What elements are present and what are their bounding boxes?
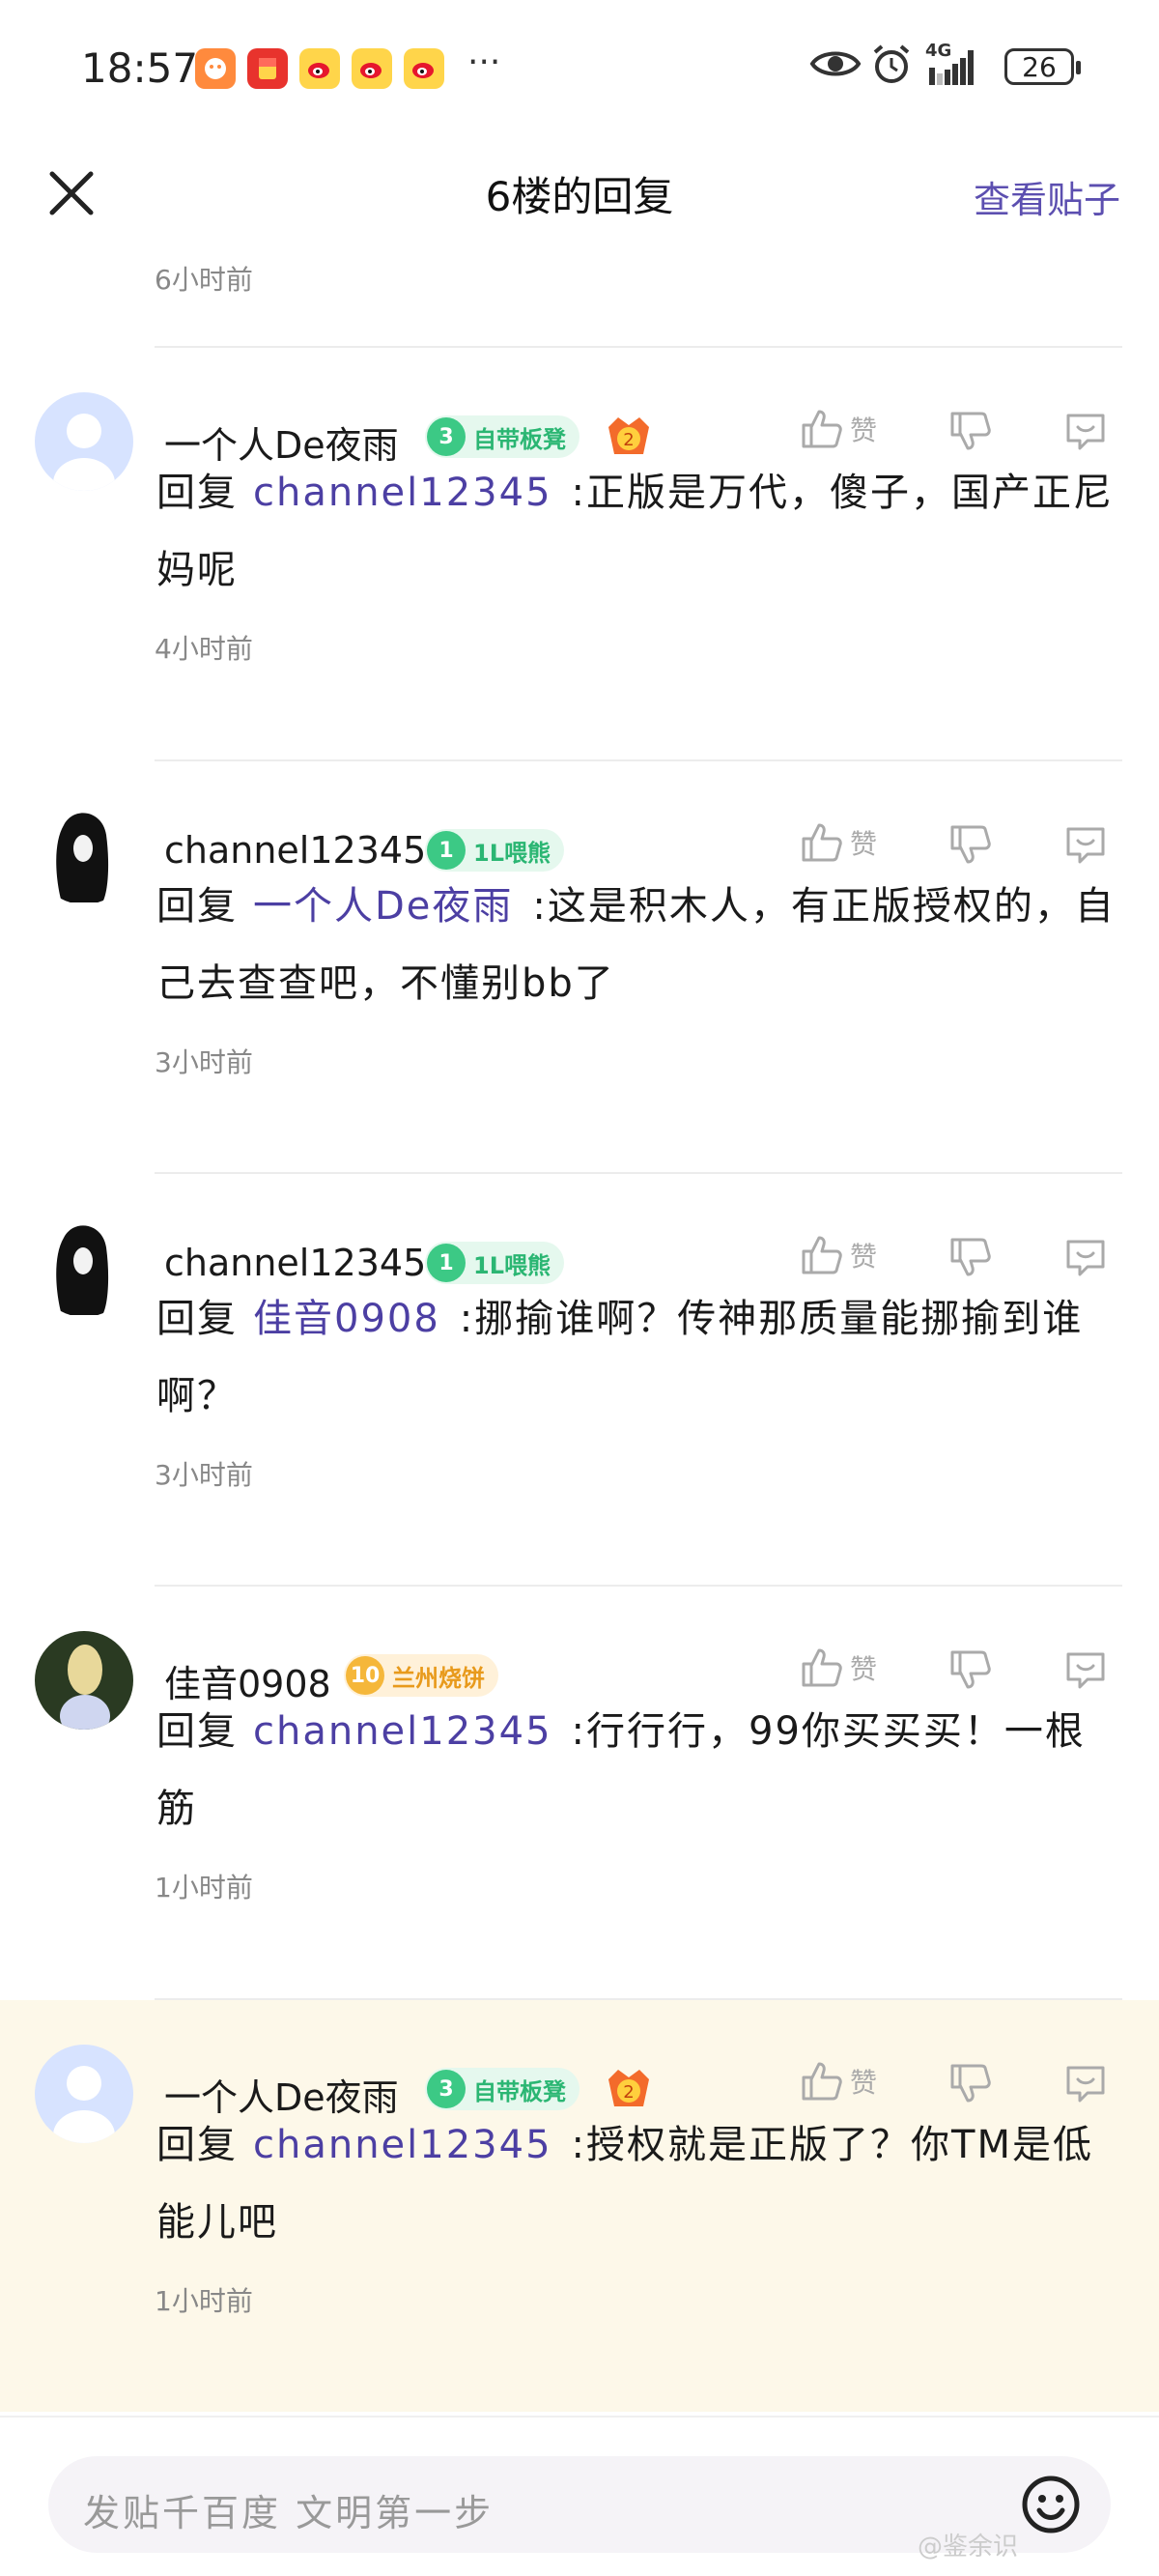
level-badge: 10 兰州烧饼 — [344, 1654, 498, 1697]
like-button[interactable]: 赞 — [798, 1232, 877, 1278]
comment-time: 4小时前 — [155, 633, 253, 665]
status-time: 18:57 — [81, 44, 199, 92]
reply-prefix: 回复 — [156, 884, 238, 929]
reply-prefix: 回复 — [156, 1297, 238, 1341]
comment-body: 回复 channel12345:正版是万代，傻子，国产正尼妈呢 — [156, 454, 1122, 609]
weibo-notification-icon — [299, 48, 340, 89]
thumbs-up-icon — [802, 410, 842, 448]
medal-number: 2 — [623, 430, 634, 450]
battery-indicator: 26 — [1004, 48, 1081, 85]
thumbs-down-icon[interactable] — [947, 1646, 993, 1693]
reply-prefix: 回复 — [156, 2123, 238, 2167]
username[interactable]: channel12345 — [164, 1242, 426, 1284]
reply-icon[interactable] — [1062, 408, 1109, 454]
reply-input-placeholder: 发贴千百度 文明第一步 — [83, 2492, 495, 2534]
emoji-icon[interactable] — [1020, 2474, 1082, 2535]
network-type-label: 4G — [925, 41, 952, 61]
thumbs-up-icon — [802, 2062, 842, 2101]
avatar[interactable] — [35, 392, 133, 491]
level-number: 1 — [427, 1244, 466, 1282]
thumbs-up-icon — [802, 1648, 842, 1687]
view-post-link[interactable]: 查看贴子 — [974, 170, 1120, 223]
watermark: @鉴余识 — [918, 2533, 1019, 2562]
status-bar: 18:57 ··· 4G 26 — [0, 0, 1159, 135]
thumbs-up-icon — [802, 823, 842, 862]
like-label: 赞 — [850, 1653, 878, 1685]
like-button[interactable]: 赞 — [798, 406, 877, 452]
mention-link[interactable]: channel12345 — [253, 471, 552, 515]
comment-time: 3小时前 — [155, 1046, 253, 1078]
badge-title: 自带板凳 — [473, 2077, 566, 2105]
thumbs-down-icon[interactable] — [947, 2060, 993, 2106]
thumbs-down-icon[interactable] — [947, 1234, 993, 1280]
parent-comment-time: 6小时前 — [155, 264, 253, 296]
comment-time: 1小时前 — [155, 1872, 253, 1903]
mention-link[interactable]: channel12345 — [253, 2123, 552, 2167]
badge-title: 兰州烧饼 — [392, 1664, 485, 1692]
level-number: 3 — [427, 2070, 466, 2108]
reply-icon[interactable] — [1062, 2060, 1109, 2106]
medal-number: 2 — [623, 2082, 634, 2103]
like-button[interactable]: 赞 — [798, 819, 877, 866]
avatar[interactable] — [35, 1218, 133, 1317]
level-number: 3 — [427, 417, 466, 456]
like-button[interactable]: 赞 — [798, 1645, 877, 1691]
signal-icon: 4G — [923, 41, 991, 93]
weibo-notification-icon-3 — [404, 48, 444, 89]
alarm-icon — [873, 44, 910, 83]
level-badge: 1 1L喂熊 — [425, 829, 564, 872]
comment-time: 1小时前 — [155, 2285, 253, 2317]
thumbs-down-icon[interactable] — [947, 408, 993, 454]
avatar[interactable] — [35, 2045, 133, 2143]
reply-prefix: 回复 — [156, 471, 238, 515]
mention-link[interactable]: channel12345 — [253, 1709, 552, 1754]
username[interactable]: channel12345 — [164, 829, 426, 872]
badge-title: 自带板凳 — [473, 425, 566, 453]
thumbs-down-icon[interactable] — [947, 821, 993, 868]
comment-item-highlighted: 一个人De夜雨 3 自带板凳 2 赞 回复 channel12345:授权就是正版… — [0, 2000, 1159, 2412]
comment-item: channel12345 1 1L喂熊 赞 回复 一个人De夜雨:这是积木人，有正… — [0, 761, 1159, 1173]
badge-title: 1L喂熊 — [473, 1251, 551, 1279]
comment-body: 回复 channel12345:行行行，99你买买买！一根筋 — [156, 1693, 1122, 1847]
badge-title: 1L喂熊 — [473, 839, 551, 867]
redpacket-notification-icon — [247, 48, 288, 89]
like-label: 赞 — [850, 2067, 878, 2099]
reply-icon[interactable] — [1062, 1234, 1109, 1280]
level-badge: 1 1L喂熊 — [425, 1242, 564, 1284]
reply-icon[interactable] — [1062, 1646, 1109, 1693]
comment-item: channel12345 1 1L喂熊 赞 回复 佳音0908:挪揄谁啊？传神那质… — [0, 1174, 1159, 1586]
like-label: 赞 — [850, 1241, 878, 1273]
eye-icon — [809, 51, 862, 76]
thumbs-up-icon — [802, 1236, 842, 1274]
avatar[interactable] — [35, 806, 133, 904]
comment-time: 3小时前 — [155, 1459, 253, 1491]
level-number: 1 — [427, 831, 466, 870]
nav-bar: 6楼的回复 查看贴子 — [0, 135, 1159, 251]
like-label: 赞 — [850, 415, 878, 446]
mention-link[interactable]: 佳音0908 — [253, 1297, 440, 1341]
level-badge: 3 自带板凳 — [425, 415, 580, 458]
comment-item: 一个人De夜雨 3 自带板凳 2 赞 回复 channel12345:正版是万代，… — [0, 348, 1159, 759]
comment-body: 回复 channel12345:授权就是正版了？你TM是低能儿吧 — [156, 2106, 1122, 2261]
reply-prefix: 回复 — [156, 1709, 238, 1754]
comment-body: 回复 一个人De夜雨:这是积木人，有正版授权的，自己去查查吧，不懂别bb了 — [156, 868, 1122, 1022]
mention-link[interactable]: 一个人De夜雨 — [253, 884, 513, 929]
weibo-notification-icon-2 — [352, 48, 392, 89]
battery-level: 26 — [1022, 50, 1057, 83]
reply-icon[interactable] — [1062, 821, 1109, 868]
taobao-notification-icon — [195, 48, 236, 89]
comment-item: 佳音0908 10 兰州烧饼 赞 回复 channel12345:行行行，99你买… — [0, 1587, 1159, 1998]
level-number: 10 — [346, 1656, 384, 1695]
like-button[interactable]: 赞 — [798, 2058, 877, 2104]
comment-body: 回复 佳音0908:挪揄谁啊？传神那质量能挪揄到谁啊？ — [156, 1280, 1122, 1435]
level-badge: 3 自带板凳 — [425, 2068, 580, 2110]
more-notifications-icon: ··· — [467, 43, 501, 82]
like-label: 赞 — [850, 828, 878, 860]
avatar[interactable] — [35, 1631, 133, 1730]
